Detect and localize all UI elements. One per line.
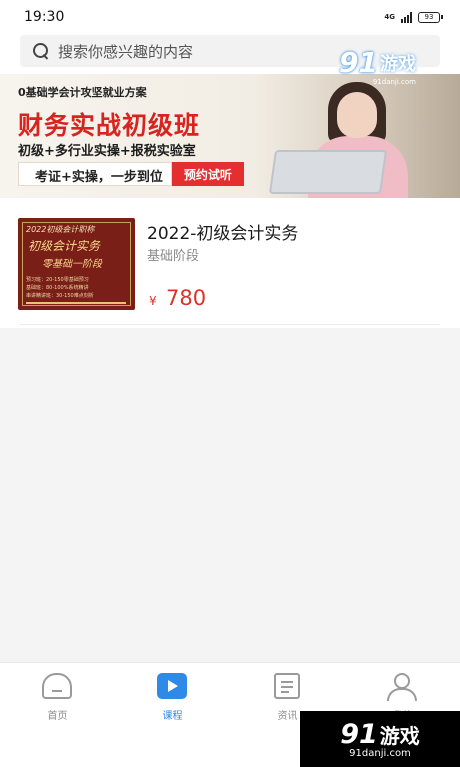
thumbnail-line3: 零基础一阶段 [42, 259, 102, 270]
course-price: 780 [166, 286, 207, 310]
course-play-icon [157, 673, 187, 699]
thumbnail-line2: 初级会计实务 [28, 239, 101, 253]
laptop-image [268, 150, 388, 194]
thumbnail-small2: 基础班：80-100%系统精讲 [26, 285, 89, 291]
profile-icon [387, 673, 417, 701]
thumbnail-small3: 串讲精讲班：30-150难点刻析 [26, 293, 94, 299]
book-trial-button[interactable]: 预约试听 [171, 162, 244, 186]
banner-title: 财务实战初级班 [18, 111, 201, 140]
battery-icon: 93 [418, 11, 443, 23]
status-bar: 19:30 4G 93 [0, 0, 460, 34]
course-card[interactable]: 2022初级会计职称 初级会计实务 零基础一阶段 预习班：20-150零基础预习… [0, 198, 460, 328]
tab-course-label: 课程 [162, 711, 183, 722]
network-label: 4G [384, 12, 395, 21]
status-time: 19:30 [24, 9, 65, 25]
corner-watermark-domain: 91danji.com [349, 748, 411, 759]
course-title: 2022-初级会计实务 [147, 224, 299, 244]
corner-watermark: 91 游戏 91danji.com [300, 711, 460, 767]
thumbnail-line1: 2022初级会计职称 [26, 225, 95, 234]
watermark-logo-domain: 91danji.com [372, 78, 416, 86]
course-thumbnail: 2022初级会计职称 初级会计实务 零基础一阶段 预习班：20-150零基础预习… [18, 218, 135, 310]
banner-subtitle: 0基础学会计攻坚就业方案 [18, 86, 147, 99]
signal-icon [401, 11, 412, 23]
promo-banner[interactable]: 0基础学会计攻坚就业方案 财务实战初级班 初级+多行业实操+报税实验室 考证+实… [0, 74, 460, 198]
banner-slogan: 考证+实操，一步到位 [18, 162, 172, 186]
price-currency: ¥ [149, 294, 157, 308]
watermark-logo: 91 游戏 91danji.com [339, 46, 416, 86]
banner-features: 初级+多行业实操+报税实验室 [18, 144, 196, 159]
status-indicators: 4G 93 [384, 11, 443, 23]
watermark-logo-text: 游戏 [380, 53, 416, 75]
course-stage: 基础阶段 [147, 249, 200, 264]
news-icon [274, 673, 300, 699]
search-placeholder: 搜索你感兴趣的内容 [58, 42, 194, 61]
card-divider [20, 324, 440, 325]
watermark-logo-number: 91 [339, 46, 378, 79]
corner-watermark-text: 游戏 [379, 724, 420, 748]
battery-level: 93 [424, 12, 434, 21]
banner-bottom-row: 考证+实操，一步到位 预约试听 [18, 162, 244, 186]
tab-home-label: 首页 [47, 711, 68, 722]
tab-course[interactable]: 课程 [115, 663, 230, 727]
corner-watermark-number: 91 [340, 719, 378, 750]
thumbnail-small1: 预习班：20-150零基础预习 [26, 277, 89, 283]
search-icon [32, 42, 50, 60]
tab-home[interactable]: 首页 [0, 663, 115, 727]
home-icon [42, 673, 72, 699]
